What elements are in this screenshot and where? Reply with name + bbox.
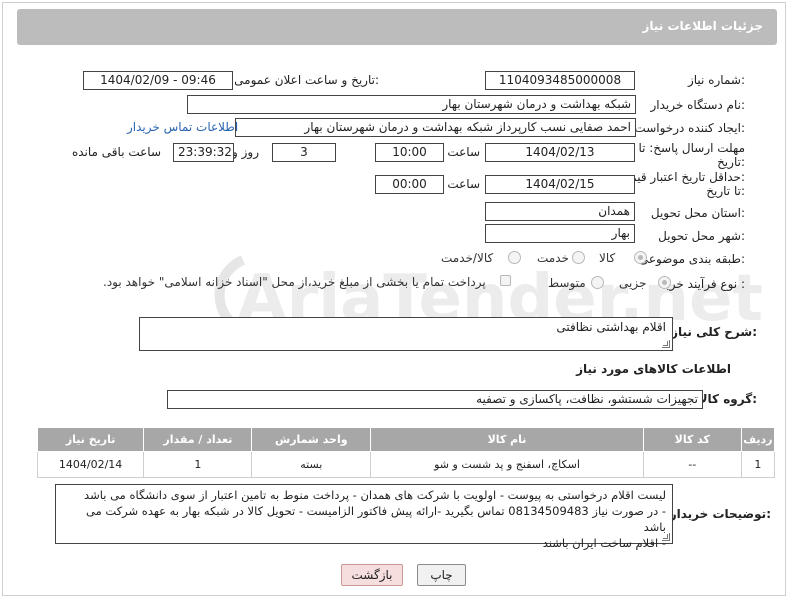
deadline-date-field: 1404/02/13 [485, 143, 635, 162]
items-table: ردیف کد کالا نام کالا واحد شمارش تعداد /… [36, 427, 776, 478]
price-date-field: 1404/02/15 [485, 175, 635, 194]
payment-note: پرداخت تمام یا بخشی از مبلغ خرید،از محل … [103, 275, 486, 289]
cell-unit: بسته [251, 451, 372, 478]
col-header-code: کد کالا [642, 427, 742, 452]
announce-label: تاریخ و ساعت اعلان عمومی: [234, 73, 379, 87]
category-radio-goods[interactable] [634, 251, 647, 264]
goods-section-title: اطلاعات کالاهای مورد نیاز [576, 362, 731, 376]
category-option-goods-service: کالا/خدمت [441, 251, 494, 265]
buyer-notes-line-2: - در صورت نیاز 08134509483 تماس بگیرید -… [86, 504, 666, 534]
need-number-field: 1104093485000008 [485, 71, 635, 90]
deadline-label-date: تاریخ: [717, 155, 745, 169]
buyer-notes-line-3: - اقلام ساخت ایران باشند [542, 536, 666, 550]
buyer-notes-line-1: لیست اقلام درخواستی به پیوست - اولویت با… [84, 488, 666, 502]
resize-handle-icon[interactable] [662, 340, 670, 348]
process-label: نوع فرآیند خرید : [660, 277, 745, 291]
city-field: بهار [485, 224, 635, 243]
header-bar: جزئیات اطلاعات نیاز [17, 9, 777, 45]
deadline-time-field: 10:00 [375, 143, 444, 162]
buyer-org-field: شبکه بهداشت و درمان شهرستان بهار [187, 95, 636, 114]
cell-name: اسکاچ، اسفنج و پد شست و شو [370, 451, 644, 478]
resize-handle-icon[interactable] [662, 533, 670, 541]
col-header-row-number: ردیف [740, 427, 776, 452]
category-radio-goods-service[interactable] [508, 251, 521, 264]
price-time-label: ساعت [447, 177, 480, 191]
price-validity-label-date: تا تاریخ: [706, 184, 745, 198]
buyer-contact-link[interactable]: اطلاعات تماس خریدار [127, 120, 238, 134]
treasury-checkbox[interactable] [500, 275, 511, 286]
remaining-time-field: 23:39:32 [173, 143, 234, 162]
cell-quantity: 1 [143, 451, 253, 478]
process-radio-minor[interactable] [658, 276, 671, 289]
cell-date: 1404/02/14 [36, 451, 145, 478]
process-option-medium: متوسط [548, 276, 586, 290]
deadline-time-label: ساعت [447, 145, 480, 159]
page-title: جزئیات اطلاعات نیاز [642, 19, 763, 33]
need-number-label: شماره نیاز: [687, 73, 745, 87]
buyer-notes-label: توضیحات خریدار: [669, 507, 771, 521]
remaining-label: ساعت باقی مانده [71, 145, 161, 159]
process-option-minor: جزیی [619, 276, 647, 290]
category-option-service: خدمت [537, 251, 569, 265]
province-field: همدان [485, 202, 635, 221]
price-time-field: 00:00 [375, 175, 444, 194]
days-field: 3 [272, 143, 336, 162]
category-option-goods: کالا [599, 251, 616, 265]
description-value: اقلام بهداشتی نظافتی [556, 320, 666, 334]
announce-field: 1404/02/09 - 09:46 [83, 71, 233, 90]
col-header-unit: واحد شمارش [251, 427, 372, 452]
description-textarea[interactable]: اقلام بهداشتی نظافتی [139, 317, 673, 351]
cell-row-number: 1 [740, 451, 776, 478]
buyer-org-label: نام دستگاه خریدار: [650, 98, 746, 112]
back-button[interactable]: بازگشت [341, 564, 403, 586]
buyer-notes-textarea[interactable]: لیست اقلام درخواستی به پیوست - اولویت با… [55, 484, 673, 550]
table-header-row: ردیف کد کالا نام کالا واحد شمارش تعداد /… [36, 427, 776, 452]
category-radio-service[interactable] [572, 251, 585, 264]
goods-group-field: تجهیزات شستشو، نظافت، پاکسازی و تصفیه [167, 390, 703, 409]
description-label: شرح کلی نیاز: [671, 325, 757, 339]
col-header-date: تاریخ نیاز [36, 427, 145, 452]
cell-code: -- [642, 451, 742, 478]
category-label: طبقه بندی موضوعی: [638, 252, 745, 266]
process-radio-medium[interactable] [591, 276, 604, 289]
province-label: استان محل تحویل: [650, 206, 745, 220]
goods-group-label: گروه کالا: [698, 392, 757, 406]
table-row: 1 -- اسکاچ، اسفنج و پد شست و شو بسته 1 1… [36, 451, 776, 478]
print-button[interactable]: چاپ [417, 564, 466, 586]
col-header-quantity: تعداد / مقدار [143, 427, 253, 452]
city-label: شهر محل تحویل: [658, 229, 745, 243]
price-validity-label: حداقل تاریخ اعتبار قیمت: [618, 170, 745, 184]
col-header-name: نام کالا [370, 427, 644, 452]
creator-label: ایجاد کننده درخواست: [634, 121, 745, 135]
page-frame: AriaTender.net جزئیات اطلاعات نیاز شماره… [2, 2, 786, 596]
deadline-label: مهلت ارسال پاسخ: تا [638, 141, 745, 155]
creator-field: احمد صفایی نسب کارپرداز شبکه بهداشت و در… [235, 118, 636, 137]
days-label: روز و [232, 145, 259, 159]
